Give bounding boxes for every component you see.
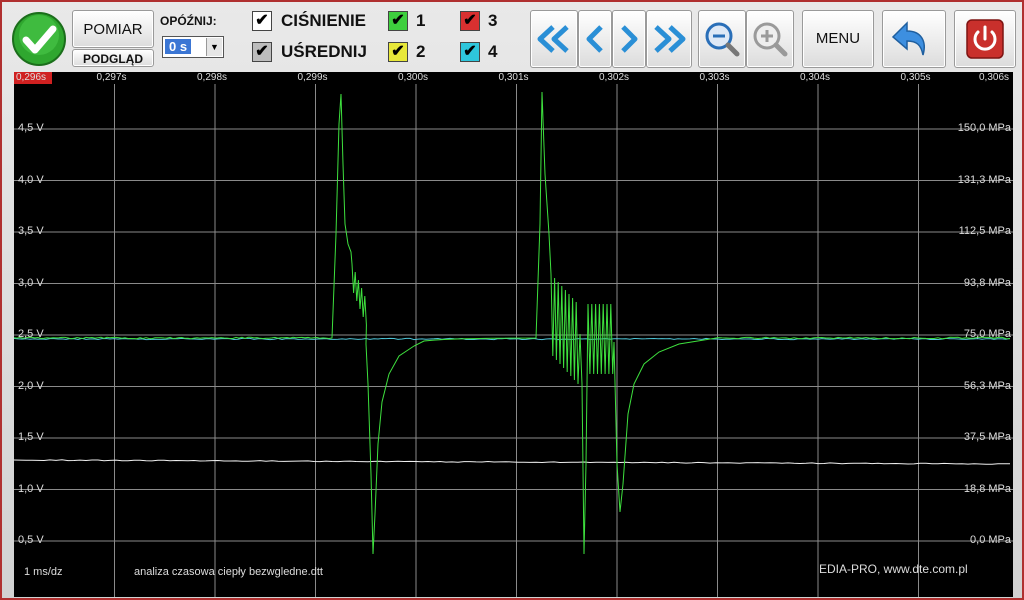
- ruler-tick-label: 0,296s: [16, 72, 46, 83]
- cisnienie-checkbox[interactable]: ✔: [252, 11, 272, 31]
- voltage-axis-label: 2,0 V: [18, 380, 44, 392]
- waveform-plot: [14, 84, 1013, 597]
- power-icon: [955, 11, 1015, 67]
- voltage-axis-label: 0,5 V: [18, 534, 44, 546]
- check-icon: ✔: [391, 44, 404, 60]
- zoom-in-icon: [747, 11, 793, 67]
- ruler-tick-label: 0,305s: [901, 72, 931, 83]
- zoom-out-button[interactable]: [698, 10, 746, 68]
- first-page-button[interactable]: [530, 10, 578, 68]
- delay-value: 0 s: [165, 39, 191, 54]
- checkmark-icon: [10, 10, 68, 68]
- voltage-axis-label: 1,5 V: [18, 431, 44, 443]
- zoom-in-button[interactable]: [746, 10, 794, 68]
- zoom-out-icon: [699, 11, 745, 67]
- pressure-axis-label: 150,0 MPa: [958, 122, 1011, 134]
- delay-select[interactable]: 0 s ▼: [162, 36, 224, 58]
- channel-4-label: 4: [488, 42, 497, 62]
- channel-1-checkbox[interactable]: ✔: [388, 11, 408, 31]
- voltage-axis-label: 3,5 V: [18, 225, 44, 237]
- voltage-axis-label: 4,5 V: [18, 122, 44, 134]
- check-icon: ✔: [463, 44, 476, 60]
- ruler-tick-label: 0,298s: [197, 72, 227, 83]
- menu-label: MENU: [803, 30, 873, 47]
- chevron-left-icon: [579, 11, 611, 67]
- pressure-axis-label: 131,3 MPa: [958, 174, 1011, 186]
- back-button[interactable]: [882, 10, 946, 68]
- check-icon: ✔: [391, 13, 404, 29]
- check-icon: ✔: [463, 13, 476, 29]
- chevron-down-icon[interactable]: ▼: [206, 38, 222, 56]
- app-window: POMIAR PODGLĄD OPÓŹNIJ: 0 s ▼ ✔ CIŚNIENI…: [0, 0, 1024, 600]
- time-scale-label: 1 ms/dz: [24, 566, 63, 578]
- power-button[interactable]: [954, 10, 1016, 68]
- pressure-axis-label: 56,3 MPa: [964, 380, 1011, 392]
- check-icon: ✔: [255, 44, 268, 60]
- pressure-axis-label: 93,8 MPa: [964, 277, 1011, 289]
- channel-2-checkbox[interactable]: ✔: [388, 42, 408, 62]
- last-page-button[interactable]: [646, 10, 692, 68]
- menu-button[interactable]: MENU: [802, 10, 874, 68]
- usredni-checkbox[interactable]: ✔: [252, 42, 272, 62]
- ruler-tick-label: 0,301s: [499, 72, 529, 83]
- pomiar-label: POMIAR: [73, 21, 153, 38]
- voltage-axis-label: 2,5 V: [18, 328, 44, 340]
- ruler-tick-label: 0,303s: [700, 72, 730, 83]
- channel-3-checkbox[interactable]: ✔: [460, 11, 480, 31]
- podglad-button[interactable]: PODGLĄD: [72, 49, 154, 67]
- voltage-axis-label: 3,0 V: [18, 277, 44, 289]
- ruler-tick-label: 0,304s: [800, 72, 830, 83]
- brand-label: EDIA-PRO, www.dte.com.pl: [819, 562, 968, 576]
- green-trace: [14, 92, 1010, 554]
- channel-3-label: 3: [488, 11, 497, 31]
- ruler-tick-label: 0,306s: [979, 72, 1009, 83]
- opoznij-label: OPÓŹNIJ:: [160, 14, 217, 28]
- ok-button[interactable]: [10, 10, 70, 68]
- pomiar-button[interactable]: POMIAR: [72, 10, 154, 48]
- white-trace: [14, 460, 1010, 464]
- ruler-tick-label: 0,302s: [599, 72, 629, 83]
- double-right-icon: [647, 11, 691, 67]
- ruler-tick-label: 0,300s: [398, 72, 428, 83]
- pressure-axis-label: 37,5 MPa: [964, 431, 1011, 443]
- usredni-label: UŚREDNIJ: [281, 42, 367, 62]
- channel-4-checkbox[interactable]: ✔: [460, 42, 480, 62]
- pressure-axis-label: 112,5 MPa: [959, 225, 1011, 237]
- channel-2-label: 2: [416, 42, 425, 62]
- voltage-axis-label: 4,0 V: [18, 174, 44, 186]
- check-icon: ✔: [255, 13, 268, 29]
- channel-1-label: 1: [416, 11, 425, 31]
- pressure-axis-label: 75,0 MPa: [964, 328, 1011, 340]
- pressure-axis-label: 18,8 MPa: [964, 483, 1011, 495]
- ruler-tick-label: 0,299s: [298, 72, 328, 83]
- podglad-label: PODGLĄD: [73, 52, 153, 66]
- prev-button[interactable]: [578, 10, 612, 68]
- pressure-axis-label: 0,0 MPa: [970, 534, 1011, 546]
- ruler-tick-label: 0,297s: [97, 72, 127, 83]
- back-arrow-icon: [883, 11, 945, 67]
- file-name-label: analiza czasowa ciepły bezwgledne.dtt: [134, 566, 323, 578]
- double-left-icon: [531, 11, 577, 67]
- voltage-axis-label: 1,0 V: [18, 483, 44, 495]
- next-button[interactable]: [612, 10, 646, 68]
- oscilloscope-display[interactable]: 1 ms/dz analiza czasowa ciepły bezwgledn…: [14, 84, 1013, 597]
- cisnienie-label: CIŚNIENIE: [281, 11, 366, 31]
- chevron-right-icon: [613, 11, 645, 67]
